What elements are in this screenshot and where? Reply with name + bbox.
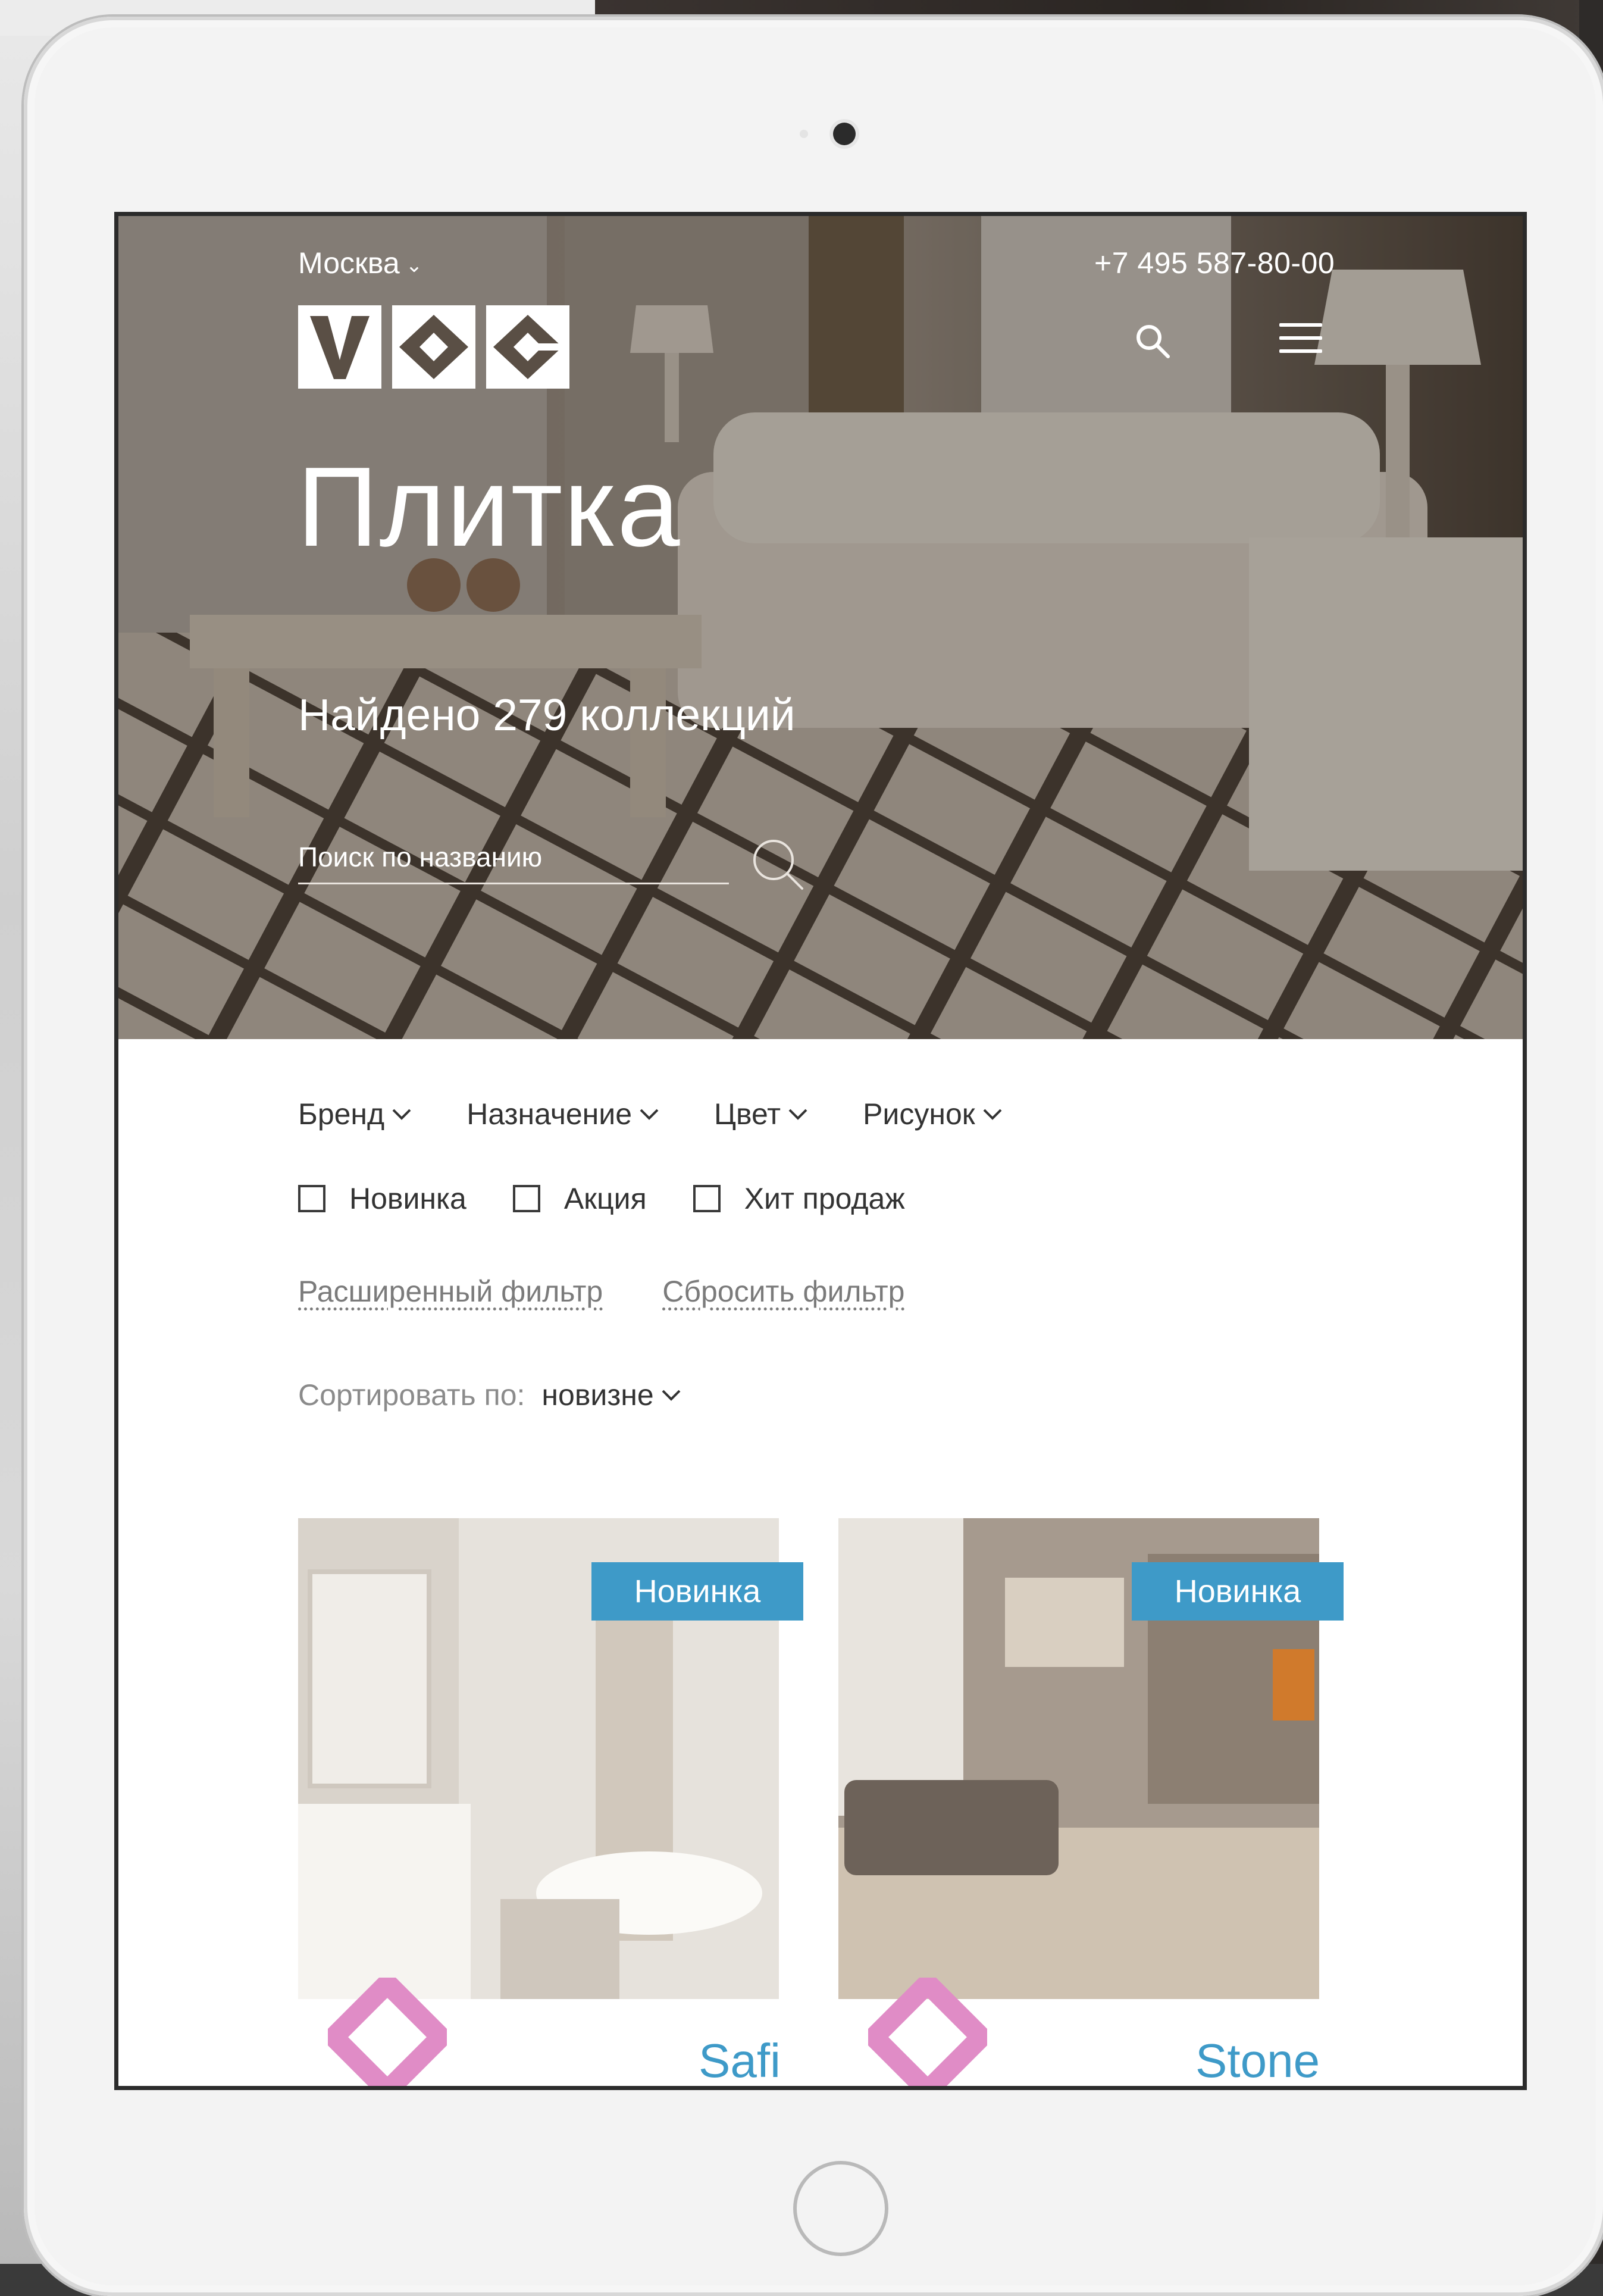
city-label: Москва [298,246,400,280]
chevron-down-icon [662,1390,681,1401]
chevron-down-icon [788,1109,807,1120]
search-icon[interactable] [1132,321,1174,362]
filter-bar: Бренд Назначение Цвет Рисунок [298,1097,1057,1131]
new-badge: Новинка [591,1562,803,1621]
chevron-down-icon [640,1109,659,1120]
checkbox-box[interactable] [512,1185,540,1212]
checkbox-label: Новинка [349,1182,467,1215]
vog-logo[interactable] [298,305,569,389]
reset-filter-link[interactable]: Сбросить фильтр [662,1274,904,1309]
checkbox-label: Акция [563,1182,647,1215]
new-badge: Новинка [1132,1562,1344,1621]
menu-icon[interactable] [1279,317,1322,360]
filter-pattern[interactable]: Рисунок [863,1097,1003,1131]
search-icon[interactable] [749,835,808,894]
filter-brand[interactable]: Бренд [298,1097,412,1131]
chevron-down-icon: ⌄ [405,254,423,277]
filter-label: Рисунок [863,1097,975,1131]
screen: Москва ⌄ +7 495 587-80-00 Плитка Найдено … [114,212,1527,2090]
checkbox-group: Новинка Акция Хит продаж [298,1181,951,1216]
filter-label: Бренд [298,1097,385,1131]
chevron-down-icon [392,1109,411,1120]
checkbox-sale[interactable]: Акция [512,1181,647,1216]
sort-dropdown[interactable]: новизне [541,1378,681,1412]
filter-color[interactable]: Цвет [714,1097,808,1131]
diamond-icon [328,1978,447,2086]
phone-number[interactable]: +7 495 587-80-00 [1094,246,1335,280]
checkbox-label: Хит продаж [744,1182,905,1215]
collections-count: Найдено 279 коллекций [298,690,796,740]
filter-label: Назначение [467,1097,633,1131]
page-title: Плитка [297,444,681,570]
name-search-field[interactable] [298,841,729,884]
home-button[interactable] [793,2161,888,2256]
sort-control: Сортировать по: новизне [298,1378,681,1412]
sort-label: Сортировать по: [298,1378,525,1412]
sort-value: новизне [541,1378,654,1412]
name-search-input[interactable] [298,841,729,873]
filter-label: Цвет [714,1097,781,1131]
filter-links: Расширенный фильтр Сбросить фильтр [298,1274,964,1309]
product-name[interactable]: Safi [699,2034,781,2086]
chevron-down-icon [983,1109,1002,1120]
checkbox-box[interactable] [693,1185,721,1212]
checkbox-bestseller[interactable]: Хит продаж [693,1181,905,1216]
front-camera [833,123,856,145]
advanced-filter-link[interactable]: Расширенный фильтр [298,1274,603,1309]
city-selector[interactable]: Москва ⌄ [298,246,422,280]
product-name[interactable]: Stone [1195,2034,1320,2086]
filter-purpose[interactable]: Назначение [467,1097,659,1131]
checkbox-new[interactable]: Новинка [298,1181,467,1216]
diamond-icon [868,1978,987,2086]
front-sensor [800,130,808,138]
checkbox-box[interactable] [298,1185,325,1212]
hero-banner: Москва ⌄ +7 495 587-80-00 Плитка Найдено … [118,216,1523,1039]
